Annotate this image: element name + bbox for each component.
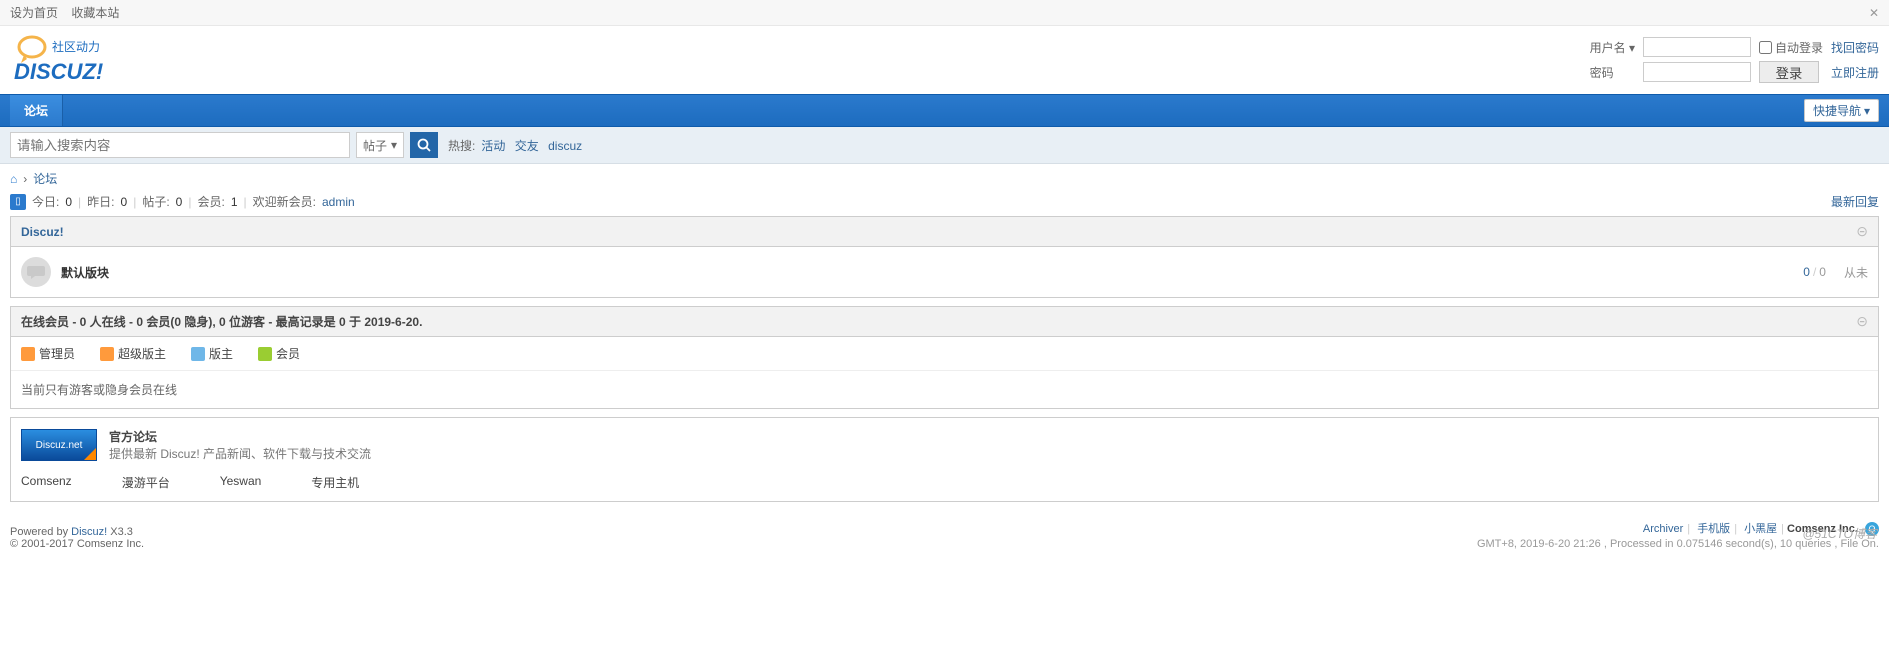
svg-text:DISCUZ!: DISCUZ!	[14, 59, 103, 84]
category-header: Discuz! ⊝	[11, 217, 1878, 247]
stats-posts-value: 0	[176, 195, 183, 209]
logo-icon: 社区动力 DISCUZ!	[10, 33, 140, 88]
role-mod: 版主	[191, 345, 233, 362]
role-admin: 管理员	[21, 345, 75, 362]
autologin-wrap: 自动登录	[1759, 39, 1823, 56]
stats-yesterday-label: 昨日:	[87, 193, 114, 210]
stats-today-value: 0	[65, 195, 72, 209]
collapse-icon[interactable]: ⊝	[1856, 313, 1868, 330]
official-link[interactable]: 漫游平台	[122, 474, 170, 491]
stats-yesterday-value: 0	[121, 195, 128, 209]
category-title-link[interactable]: Discuz!	[21, 225, 64, 239]
hot-link[interactable]: 交友	[515, 139, 539, 153]
top-strip: 设为首页 收藏本站 ✕	[0, 0, 1889, 26]
role-admin-icon	[21, 347, 35, 361]
forum-category-block: Discuz! ⊝ 默认版块 0/0 从未	[10, 216, 1879, 298]
chevron-down-icon: ▾	[391, 138, 397, 152]
official-link[interactable]: Comsenz	[21, 474, 72, 491]
search-input[interactable]	[10, 132, 350, 158]
footer-link-blacklist[interactable]: 小黑屋	[1744, 523, 1777, 535]
role-mod-icon	[191, 347, 205, 361]
hot-link[interactable]: discuz	[548, 139, 582, 153]
add-favorite-link[interactable]: 收藏本站	[71, 6, 119, 20]
password-label: 密码	[1590, 64, 1635, 81]
autologin-label: 自动登录	[1775, 39, 1823, 56]
discuz-link[interactable]: Discuz!	[71, 526, 107, 538]
official-block: Discuz.net 官方论坛 提供最新 Discuz! 产品新闻、软件下载与技…	[10, 417, 1879, 502]
hot-link[interactable]: 活动	[481, 139, 505, 153]
online-message: 当前只有游客或隐身会员在线	[11, 371, 1878, 408]
forum-lastpost: 从未	[1844, 264, 1868, 281]
quick-nav-button[interactable]: 快捷导航 ▾	[1804, 99, 1879, 122]
top-strip-left: 设为首页 收藏本站	[10, 0, 129, 26]
hot-search-links: 活动 交友 discuz	[481, 137, 588, 154]
search-bar: 帖子 ▾ 热搜: 活动 交友 discuz	[0, 127, 1889, 164]
footer: Powered by Discuz! X3.3 © 2001-2017 Coms…	[0, 510, 1889, 560]
stats-icon[interactable]: ▯	[10, 194, 26, 210]
role-member: 会员	[258, 345, 300, 362]
search-type-dropdown[interactable]: 帖子 ▾	[356, 132, 404, 158]
online-block: 在线会员 - 0 人在线 - 0 会员(0 隐身), 0 位游客 - 最高记录是…	[10, 306, 1879, 409]
stats-posts-label: 帖子:	[142, 193, 169, 210]
login-button[interactable]: 登录	[1759, 61, 1819, 83]
online-roles: 管理员 超级版主 版主 会员	[11, 337, 1878, 371]
watermark: @51CTO博客	[1802, 525, 1877, 542]
footer-link-archiver[interactable]: Archiver	[1643, 523, 1683, 535]
breadcrumb-forum[interactable]: 论坛	[33, 170, 57, 187]
stats-members-value: 1	[231, 195, 238, 209]
role-member-icon	[258, 347, 272, 361]
logo[interactable]: 社区动力 DISCUZ!	[10, 33, 140, 88]
collapse-icon[interactable]: ⊝	[1856, 223, 1868, 240]
header: 社区动力 DISCUZ! 用户名 ▾ 自动登录 找回密码 密码 登录 立即注册	[0, 26, 1889, 94]
online-header: 在线会员 - 0 人在线 - 0 会员(0 隐身), 0 位游客 - 最高记录是…	[11, 307, 1878, 337]
quick-nav-label: 快捷导航	[1813, 102, 1861, 119]
official-forum-image[interactable]: Discuz.net	[21, 429, 97, 461]
svg-text:社区动力: 社区动力	[52, 39, 100, 54]
username-label: 用户名 ▾	[1590, 39, 1635, 56]
stats-today-label: 今日:	[32, 193, 59, 210]
breadcrumb: ⌂ › 论坛	[0, 164, 1889, 193]
search-type-label: 帖子	[363, 137, 387, 154]
official-forum-title[interactable]: 官方论坛	[109, 428, 371, 445]
stats-bar: ▯ 今日: 0 | 昨日: 0 | 帖子: 0 | 会员: 1 | 欢迎新会员:…	[0, 193, 1889, 216]
forum-row: 默认版块 0/0 从未	[11, 247, 1878, 297]
online-header-text: 在线会员 - 0 人在线 - 0 会员(0 隐身), 0 位游客 - 最高记录是…	[21, 313, 422, 330]
official-forum-desc: 提供最新 Discuz! 产品新闻、软件下载与技术交流	[109, 445, 371, 462]
chevron-down-icon: ▾	[1864, 104, 1870, 118]
latest-reply-link[interactable]: 最新回复	[1831, 193, 1879, 210]
main-nav: 论坛 快捷导航 ▾	[0, 94, 1889, 127]
copyright: © 2001-2017 Comsenz Inc.	[10, 538, 144, 550]
role-supermod-icon	[100, 347, 114, 361]
login-box: 用户名 ▾ 自动登录 找回密码 密码 登录 立即注册	[1590, 37, 1879, 83]
search-button[interactable]	[410, 132, 438, 158]
autologin-checkbox[interactable]	[1759, 41, 1772, 54]
find-password-link[interactable]: 找回密码	[1831, 39, 1879, 56]
password-input[interactable]	[1643, 62, 1751, 82]
official-links: Comsenz 漫游平台 Yeswan 专用主机	[21, 474, 1868, 491]
username-input[interactable]	[1643, 37, 1751, 57]
top-strip-close-icon[interactable]: ✕	[1869, 0, 1879, 26]
forum-icon	[21, 257, 51, 287]
register-link[interactable]: 立即注册	[1831, 64, 1879, 81]
stats-newmember-link[interactable]: admin	[322, 195, 355, 209]
official-link[interactable]: Yeswan	[220, 474, 262, 491]
stats-welcome-label: 欢迎新会员:	[253, 193, 316, 210]
official-link[interactable]: 专用主机	[311, 474, 359, 491]
forum-name-link[interactable]: 默认版块	[61, 264, 109, 281]
footer-link-mobile[interactable]: 手机版	[1697, 523, 1730, 535]
breadcrumb-sep: ›	[23, 172, 27, 186]
set-home-link[interactable]: 设为首页	[10, 6, 58, 20]
search-icon	[417, 138, 431, 152]
forum-counts: 0/0	[1803, 265, 1826, 279]
stats-members-label: 会员:	[197, 193, 224, 210]
home-icon[interactable]: ⌂	[10, 172, 17, 186]
powered-by: Powered by Discuz! X3.3	[10, 526, 144, 538]
nav-tab-forum[interactable]: 论坛	[10, 95, 63, 126]
role-supermod: 超级版主	[100, 345, 166, 362]
hot-search-label: 热搜:	[448, 137, 475, 154]
